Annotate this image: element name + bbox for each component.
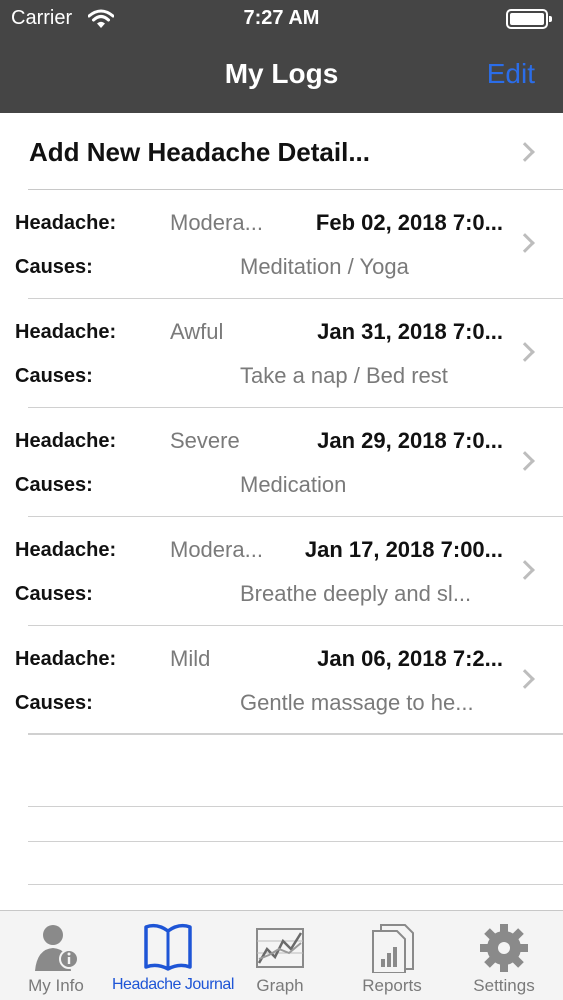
- log-date: Jan 31, 2018 7:0...: [317, 319, 503, 344]
- tab-label: Graph: [256, 976, 304, 995]
- chevron-right-icon: [515, 669, 535, 689]
- chevron-right-icon: [515, 233, 535, 253]
- causes-label: Causes:: [15, 474, 93, 496]
- log-row[interactable]: Headache: Modera... Feb 02, 2018 7:0... …: [0, 190, 563, 299]
- severity-value: Awful: [170, 319, 224, 344]
- log-date: Jan 06, 2018 7:2...: [317, 646, 503, 671]
- log-row[interactable]: Headache: Awful Jan 31, 2018 7:0... Caus…: [0, 299, 563, 408]
- edit-button[interactable]: Edit: [487, 58, 535, 90]
- tab-graph[interactable]: Graph: [224, 911, 336, 1000]
- logs-list: Add New Headache Detail... Headache: Mod…: [0, 113, 563, 735]
- tab-label: Reports: [362, 976, 422, 995]
- chevron-right-icon: [515, 560, 535, 580]
- cause-value: Breathe deeply and sl...: [240, 581, 472, 606]
- navigation-bar: Carrier 7:27 AM My Logs Edit: [0, 0, 563, 113]
- empty-rows: [28, 733, 563, 885]
- report-document-icon: [372, 924, 414, 973]
- cause-value: Gentle massage to he...: [240, 690, 474, 715]
- tab-settings[interactable]: Settings: [448, 911, 560, 1000]
- tab-label: Headache Journal: [112, 976, 234, 993]
- gear-icon: [480, 924, 528, 972]
- cause-value: Take a nap / Bed rest: [240, 363, 448, 388]
- log-row[interactable]: Headache: Modera... Jan 17, 2018 7:00...…: [0, 517, 563, 626]
- line-graph-icon: [256, 928, 304, 968]
- chevron-right-icon: [515, 342, 535, 362]
- headache-label: Headache:: [15, 321, 117, 343]
- causes-label: Causes:: [15, 256, 93, 278]
- add-headache-detail-label: Add New Headache Detail...: [29, 137, 370, 167]
- tab-reports[interactable]: Reports: [336, 911, 448, 1000]
- causes-label: Causes:: [15, 692, 93, 714]
- open-book-icon: [144, 923, 192, 971]
- headache-label: Headache:: [15, 212, 117, 234]
- cause-value: Medication: [240, 472, 347, 497]
- status-bar: Carrier 7:27 AM: [0, 0, 563, 40]
- headache-label: Headache:: [15, 648, 117, 670]
- log-row[interactable]: Headache: Mild Jan 06, 2018 7:2... Cause…: [0, 626, 563, 735]
- tab-label: My Info: [28, 976, 84, 995]
- add-headache-detail-row[interactable]: Add New Headache Detail...: [28, 113, 563, 190]
- headache-label: Headache:: [15, 539, 117, 561]
- battery-icon: [506, 9, 552, 29]
- causes-label: Causes:: [15, 583, 93, 605]
- clock: 7:27 AM: [243, 7, 320, 29]
- severity-value: Modera...: [170, 210, 263, 235]
- person-info-icon: [35, 925, 79, 971]
- page-title: My Logs: [224, 58, 339, 89]
- tab-label: Settings: [473, 976, 535, 995]
- severity-value: Mild: [170, 646, 211, 671]
- cause-value: Meditation / Yoga: [240, 254, 409, 279]
- tab-headache-journal[interactable]: Headache Journal: [112, 911, 234, 1000]
- chevron-right-icon: [515, 451, 535, 471]
- log-date: Feb 02, 2018 7:0...: [315, 210, 503, 235]
- tab-my-info[interactable]: My Info: [0, 911, 112, 1000]
- log-date: Jan 17, 2018 7:00...: [304, 537, 503, 562]
- headache-label: Headache:: [15, 430, 117, 452]
- log-row[interactable]: Headache: Severe Jan 29, 2018 7:0... Cau…: [0, 408, 563, 517]
- log-date: Jan 29, 2018 7:0...: [317, 428, 503, 453]
- tab-bar: My Info Headache Journal Graph Reports S…: [0, 910, 563, 1000]
- severity-value: Severe: [170, 428, 240, 453]
- causes-label: Causes:: [15, 365, 93, 387]
- chevron-right-icon: [515, 142, 535, 162]
- severity-value: Modera...: [170, 537, 263, 562]
